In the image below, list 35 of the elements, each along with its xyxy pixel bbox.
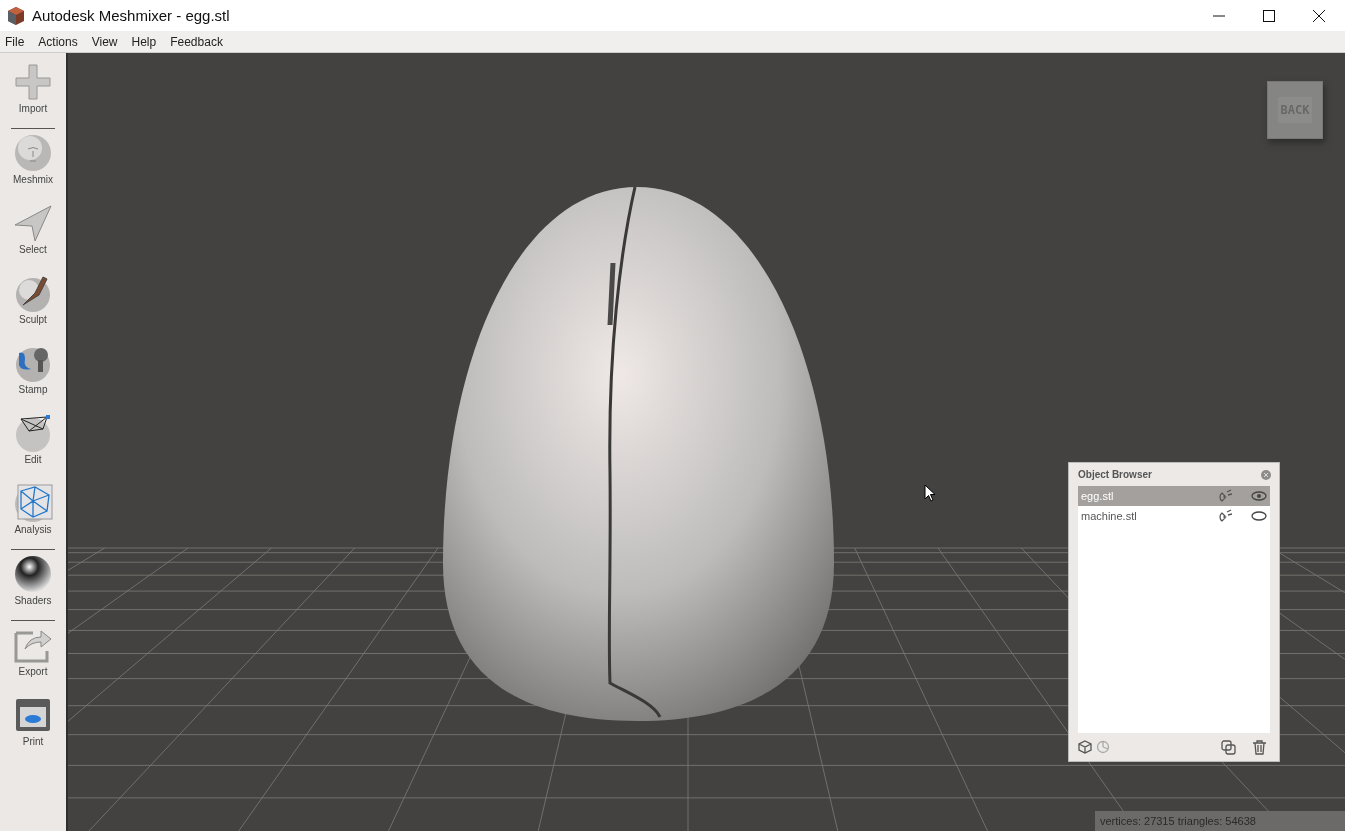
mesh-sphere-icon xyxy=(13,413,53,453)
object-name: machine.stl xyxy=(1081,510,1138,522)
tool-button[interactable]: Analysis xyxy=(3,483,63,553)
tool-button[interactable]: Import xyxy=(3,62,63,132)
trash-icon[interactable] xyxy=(1252,739,1267,755)
tool-button[interactable]: Print xyxy=(3,695,63,765)
object-row[interactable]: machine.stl xyxy=(1078,506,1270,526)
plus-icon xyxy=(13,62,53,102)
mesh-stats: vertices: 27315 triangles: 54638 xyxy=(1100,815,1256,827)
maximize-icon[interactable] xyxy=(1263,9,1275,22)
menu-item[interactable]: Help xyxy=(126,34,164,49)
object-name: egg.stl xyxy=(1081,490,1115,502)
duplicate-icon[interactable] xyxy=(1221,739,1236,755)
mouse-cursor-icon xyxy=(924,484,936,502)
chrome-sphere-icon xyxy=(13,554,53,594)
menu-item[interactable]: Actions xyxy=(33,34,85,49)
eye-icon[interactable] xyxy=(1251,490,1267,502)
close-icon[interactable] xyxy=(1313,9,1325,22)
panel-title: Object Browser xyxy=(1078,469,1152,480)
tool-button[interactable]: Edit xyxy=(3,413,63,483)
tool-button[interactable]: Shaders xyxy=(3,554,63,624)
tool-button[interactable]: Select xyxy=(3,203,63,273)
menu-item[interactable]: View xyxy=(86,34,125,49)
menu-item[interactable]: File xyxy=(0,34,32,49)
cube-icon[interactable] xyxy=(1078,740,1092,754)
tool-button[interactable]: Export xyxy=(3,625,63,695)
tool-button[interactable]: Meshmix xyxy=(3,133,63,203)
window-title: Autodesk Meshmixer - egg.stl xyxy=(32,7,230,24)
tool-button[interactable]: Stamp xyxy=(3,343,63,413)
wireframe-sphere-icon xyxy=(13,483,53,523)
closed-eye-icon[interactable] xyxy=(1251,510,1267,522)
menu-item[interactable]: Feedback xyxy=(165,34,230,49)
app-logo-icon xyxy=(6,5,26,26)
tool-button[interactable]: Sculpt xyxy=(3,273,63,343)
arrow-pointer-icon xyxy=(13,203,53,243)
